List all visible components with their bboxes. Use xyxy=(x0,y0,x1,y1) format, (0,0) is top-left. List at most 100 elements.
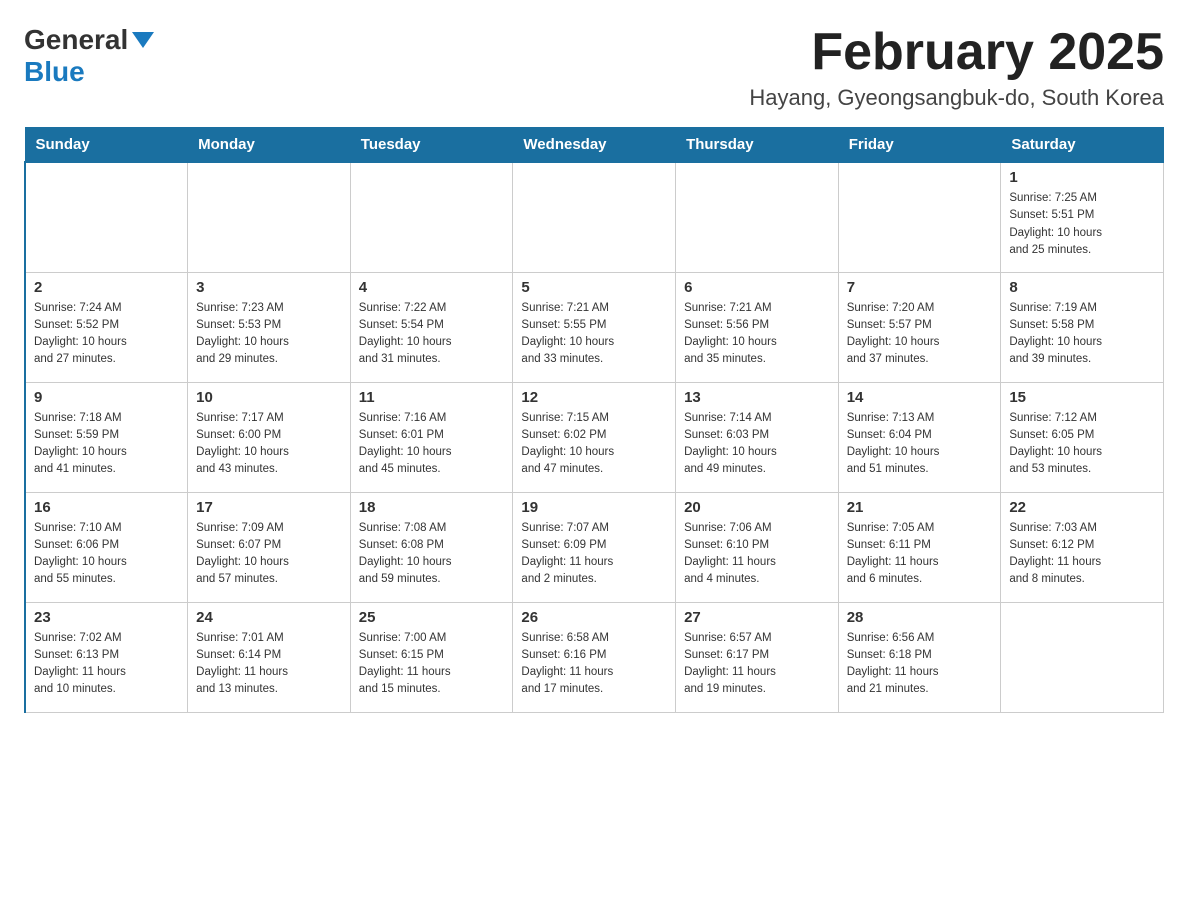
day-number: 13 xyxy=(684,389,830,406)
calendar-cell: 23 Sunrise: 7:02 AM Sunset: 6:13 PM Dayli… xyxy=(25,602,188,712)
calendar-cell: 4 Sunrise: 7:22 AM Sunset: 5:54 PM Daylig… xyxy=(350,272,513,382)
day-number: 3 xyxy=(196,279,342,296)
day-info: Sunrise: 6:56 AM Sunset: 6:18 PM Dayligh… xyxy=(847,630,993,699)
day-number: 25 xyxy=(359,609,505,626)
day-number: 2 xyxy=(34,279,179,296)
day-info: Sunrise: 7:17 AM Sunset: 6:00 PM Dayligh… xyxy=(196,410,342,479)
page-header: General Blue February 2025 Hayang, Gyeon… xyxy=(24,24,1164,111)
calendar-cell: 25 Sunrise: 7:00 AM Sunset: 6:15 PM Dayli… xyxy=(350,602,513,712)
day-number: 1 xyxy=(1009,169,1155,186)
day-info: Sunrise: 7:08 AM Sunset: 6:08 PM Dayligh… xyxy=(359,520,505,589)
calendar-cell: 7 Sunrise: 7:20 AM Sunset: 5:57 PM Daylig… xyxy=(838,272,1001,382)
day-info: Sunrise: 7:05 AM Sunset: 6:11 PM Dayligh… xyxy=(847,520,993,589)
calendar-cell xyxy=(1001,602,1164,712)
calendar-cell: 27Sunrise: 6:57 AM Sunset: 6:17 PM Dayli… xyxy=(676,602,839,712)
day-number: 4 xyxy=(359,279,505,296)
day-number: 14 xyxy=(847,389,993,406)
day-info: Sunrise: 7:07 AM Sunset: 6:09 PM Dayligh… xyxy=(521,520,667,589)
day-info: Sunrise: 6:57 AM Sunset: 6:17 PM Dayligh… xyxy=(684,630,830,699)
calendar-cell: 6Sunrise: 7:21 AM Sunset: 5:56 PM Daylig… xyxy=(676,272,839,382)
day-info: Sunrise: 7:15 AM Sunset: 6:02 PM Dayligh… xyxy=(521,410,667,479)
calendar-cell: 2 Sunrise: 7:24 AM Sunset: 5:52 PM Daylig… xyxy=(25,272,188,382)
calendar-cell: 5 Sunrise: 7:21 AM Sunset: 5:55 PM Daylig… xyxy=(513,272,676,382)
logo: General Blue xyxy=(24,24,154,88)
day-number: 18 xyxy=(359,499,505,516)
day-info: Sunrise: 7:06 AM Sunset: 6:10 PM Dayligh… xyxy=(684,520,830,589)
calendar-cell: 3 Sunrise: 7:23 AM Sunset: 5:53 PM Daylig… xyxy=(188,272,351,382)
calendar-cell: 28 Sunrise: 6:56 AM Sunset: 6:18 PM Dayli… xyxy=(838,602,1001,712)
weekday-header-friday: Friday xyxy=(838,128,1001,163)
calendar-week-3: 9 Sunrise: 7:18 AM Sunset: 5:59 PM Daylig… xyxy=(25,382,1164,492)
calendar-cell: 21 Sunrise: 7:05 AM Sunset: 6:11 PM Dayli… xyxy=(838,492,1001,602)
weekday-header-monday: Monday xyxy=(188,128,351,163)
calendar-cell: 13Sunrise: 7:14 AM Sunset: 6:03 PM Dayli… xyxy=(676,382,839,492)
title-block: February 2025 Hayang, Gyeongsangbuk-do, … xyxy=(749,24,1164,111)
calendar-cell: 20 Sunrise: 7:06 AM Sunset: 6:10 PM Dayli… xyxy=(676,492,839,602)
day-info: Sunrise: 7:25 AM Sunset: 5:51 PM Dayligh… xyxy=(1009,190,1155,259)
calendar-week-1: 1 Sunrise: 7:25 AM Sunset: 5:51 PM Daylig… xyxy=(25,162,1164,272)
day-info: Sunrise: 7:20 AM Sunset: 5:57 PM Dayligh… xyxy=(847,300,993,369)
calendar-cell: 10 Sunrise: 7:17 AM Sunset: 6:00 PM Dayli… xyxy=(188,382,351,492)
calendar-cell: 14Sunrise: 7:13 AM Sunset: 6:04 PM Dayli… xyxy=(838,382,1001,492)
day-info: Sunrise: 7:21 AM Sunset: 5:56 PM Dayligh… xyxy=(684,300,830,369)
calendar-cell: 18 Sunrise: 7:08 AM Sunset: 6:08 PM Dayli… xyxy=(350,492,513,602)
day-info: Sunrise: 7:12 AM Sunset: 6:05 PM Dayligh… xyxy=(1009,410,1155,479)
calendar-header: SundayMondayTuesdayWednesdayThursdayFrid… xyxy=(25,128,1164,163)
day-number: 5 xyxy=(521,279,667,296)
calendar-cell xyxy=(838,162,1001,272)
day-number: 19 xyxy=(521,499,667,516)
day-info: Sunrise: 7:23 AM Sunset: 5:53 PM Dayligh… xyxy=(196,300,342,369)
calendar-cell xyxy=(676,162,839,272)
day-number: 21 xyxy=(847,499,993,516)
day-info: Sunrise: 7:16 AM Sunset: 6:01 PM Dayligh… xyxy=(359,410,505,479)
day-number: 16 xyxy=(34,499,179,516)
day-number: 26 xyxy=(521,609,667,626)
day-info: Sunrise: 7:09 AM Sunset: 6:07 PM Dayligh… xyxy=(196,520,342,589)
logo-triangle-icon xyxy=(132,32,154,48)
calendar-body: 1 Sunrise: 7:25 AM Sunset: 5:51 PM Daylig… xyxy=(25,162,1164,712)
day-info: Sunrise: 7:19 AM Sunset: 5:58 PM Dayligh… xyxy=(1009,300,1155,369)
day-info: Sunrise: 7:22 AM Sunset: 5:54 PM Dayligh… xyxy=(359,300,505,369)
calendar-title: February 2025 xyxy=(749,24,1164,81)
calendar-cell xyxy=(188,162,351,272)
calendar-cell: 8Sunrise: 7:19 AM Sunset: 5:58 PM Daylig… xyxy=(1001,272,1164,382)
day-info: Sunrise: 7:10 AM Sunset: 6:06 PM Dayligh… xyxy=(34,520,179,589)
calendar-cell: 17 Sunrise: 7:09 AM Sunset: 6:07 PM Dayli… xyxy=(188,492,351,602)
day-number: 20 xyxy=(684,499,830,516)
calendar-cell: 11 Sunrise: 7:16 AM Sunset: 6:01 PM Dayli… xyxy=(350,382,513,492)
day-number: 11 xyxy=(359,389,505,406)
calendar-cell: 19 Sunrise: 7:07 AM Sunset: 6:09 PM Dayli… xyxy=(513,492,676,602)
day-info: Sunrise: 6:58 AM Sunset: 6:16 PM Dayligh… xyxy=(521,630,667,699)
calendar-cell: 26 Sunrise: 6:58 AM Sunset: 6:16 PM Dayli… xyxy=(513,602,676,712)
calendar-cell: 9 Sunrise: 7:18 AM Sunset: 5:59 PM Daylig… xyxy=(25,382,188,492)
weekday-header-saturday: Saturday xyxy=(1001,128,1164,163)
calendar-cell: 16 Sunrise: 7:10 AM Sunset: 6:06 PM Dayli… xyxy=(25,492,188,602)
calendar-cell: 12 Sunrise: 7:15 AM Sunset: 6:02 PM Dayli… xyxy=(513,382,676,492)
logo-general-text: General xyxy=(24,24,128,56)
day-number: 9 xyxy=(34,389,179,406)
day-info: Sunrise: 7:24 AM Sunset: 5:52 PM Dayligh… xyxy=(34,300,179,369)
day-info: Sunrise: 7:00 AM Sunset: 6:15 PM Dayligh… xyxy=(359,630,505,699)
calendar-cell xyxy=(25,162,188,272)
calendar-week-4: 16 Sunrise: 7:10 AM Sunset: 6:06 PM Dayli… xyxy=(25,492,1164,602)
day-info: Sunrise: 7:21 AM Sunset: 5:55 PM Dayligh… xyxy=(521,300,667,369)
day-number: 17 xyxy=(196,499,342,516)
weekday-header-tuesday: Tuesday xyxy=(350,128,513,163)
day-number: 10 xyxy=(196,389,342,406)
day-number: 7 xyxy=(847,279,993,296)
day-info: Sunrise: 7:18 AM Sunset: 5:59 PM Dayligh… xyxy=(34,410,179,479)
day-info: Sunrise: 7:03 AM Sunset: 6:12 PM Dayligh… xyxy=(1009,520,1155,589)
calendar-cell: 24 Sunrise: 7:01 AM Sunset: 6:14 PM Dayli… xyxy=(188,602,351,712)
calendar-subtitle: Hayang, Gyeongsangbuk-do, South Korea xyxy=(749,85,1164,111)
day-number: 23 xyxy=(34,609,179,626)
weekday-header-row: SundayMondayTuesdayWednesdayThursdayFrid… xyxy=(25,128,1164,163)
day-info: Sunrise: 7:02 AM Sunset: 6:13 PM Dayligh… xyxy=(34,630,179,699)
calendar-cell: 1 Sunrise: 7:25 AM Sunset: 5:51 PM Daylig… xyxy=(1001,162,1164,272)
day-number: 28 xyxy=(847,609,993,626)
day-info: Sunrise: 7:01 AM Sunset: 6:14 PM Dayligh… xyxy=(196,630,342,699)
weekday-header-wednesday: Wednesday xyxy=(513,128,676,163)
day-number: 12 xyxy=(521,389,667,406)
weekday-header-thursday: Thursday xyxy=(676,128,839,163)
calendar-week-5: 23 Sunrise: 7:02 AM Sunset: 6:13 PM Dayli… xyxy=(25,602,1164,712)
day-number: 24 xyxy=(196,609,342,626)
